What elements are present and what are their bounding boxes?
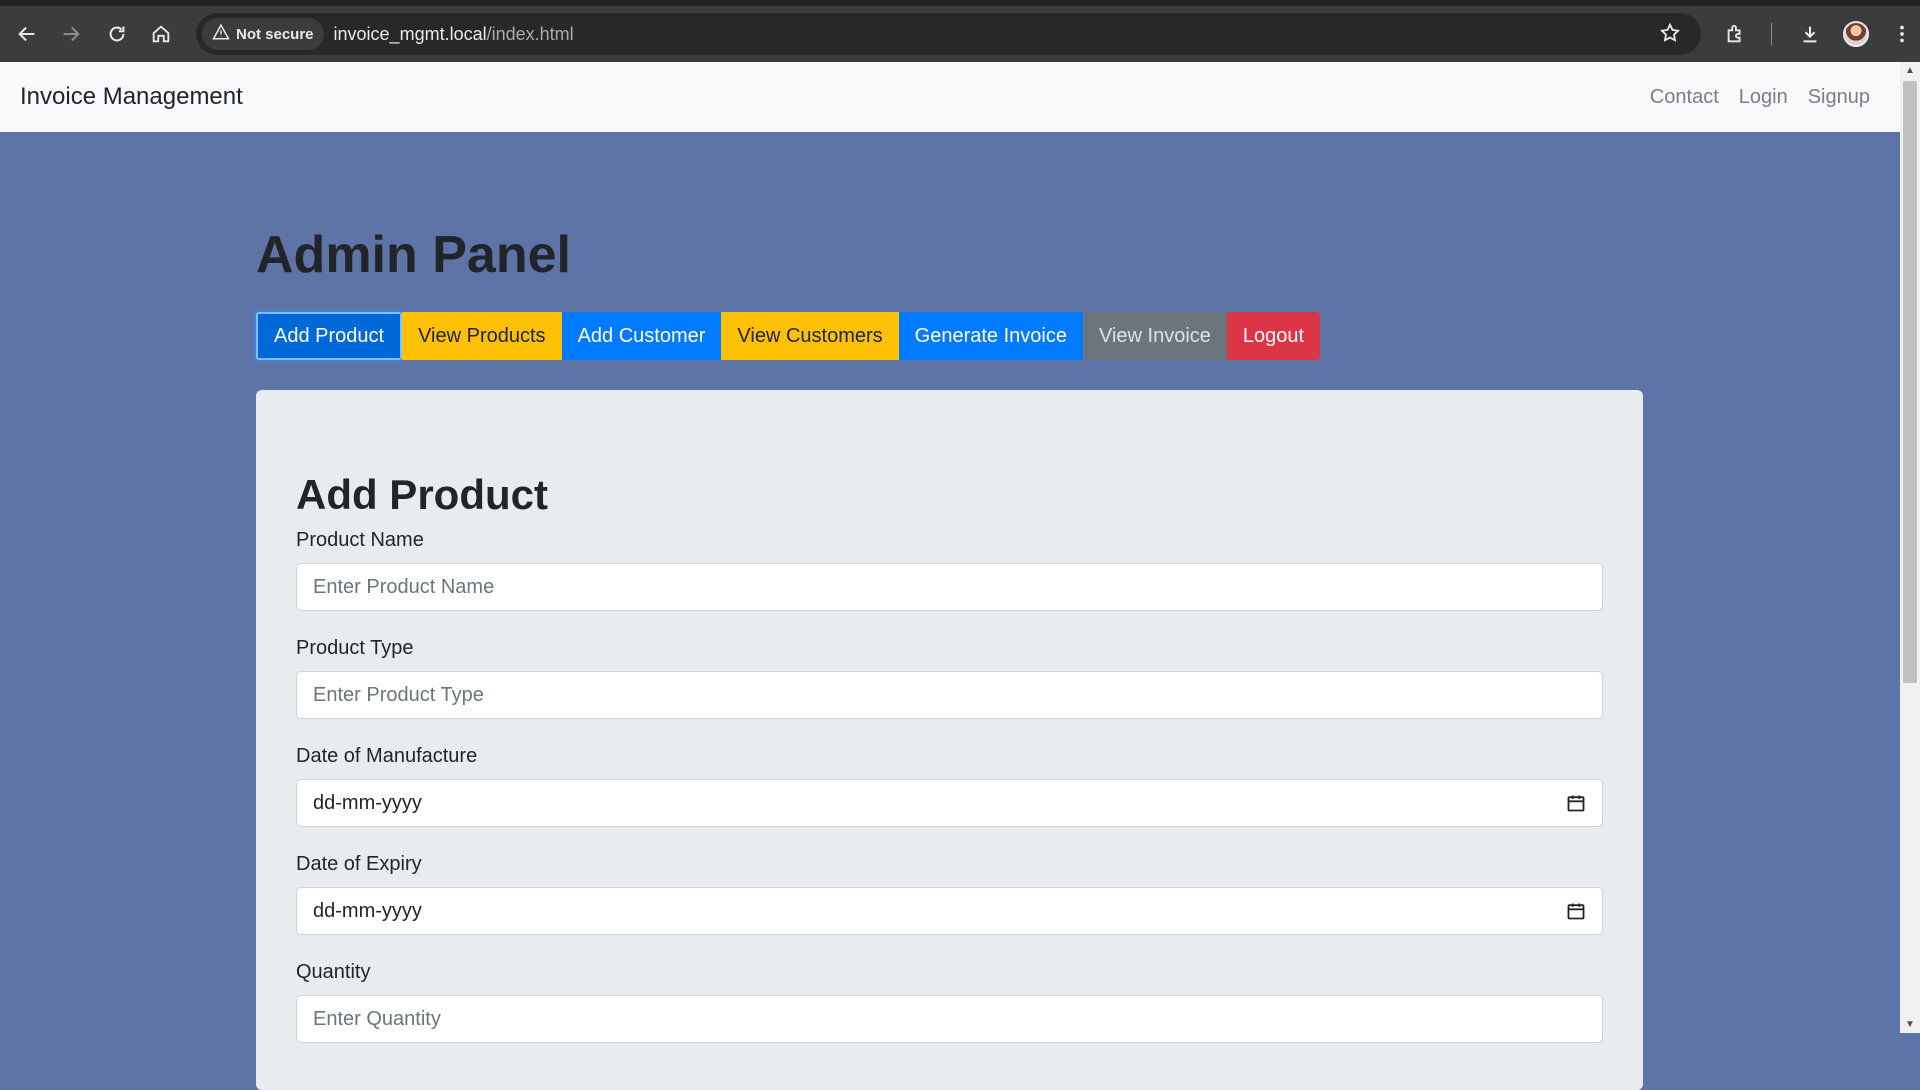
address-bar[interactable]: Not secure invoice_mgmt.local/index.html: [196, 13, 1701, 55]
view-invoice-button[interactable]: View Invoice: [1082, 312, 1227, 360]
calendar-icon[interactable]: [1566, 793, 1586, 813]
form-title: Add Product: [296, 471, 548, 518]
toolbar-divider: [1771, 23, 1772, 45]
product-name-group: Product Name Enter Product Name: [296, 528, 1603, 611]
nav-link-contact[interactable]: Contact: [1650, 86, 1719, 109]
nav-links: Contact Login Signup: [1650, 62, 1870, 132]
quantity-group: Quantity Enter Quantity: [296, 960, 1603, 1043]
menu-kebab-icon[interactable]: [1884, 16, 1920, 52]
browser-toolbar: Not secure invoice_mgmt.local/index.html: [0, 0, 1920, 62]
forward-icon[interactable]: [53, 16, 89, 52]
logout-button[interactable]: Logout: [1226, 312, 1321, 360]
product-name-placeholder: Enter Product Name: [313, 575, 495, 598]
nav-link-login[interactable]: Login: [1739, 86, 1788, 109]
view-customers-button[interactable]: View Customers: [721, 312, 899, 360]
manufacture-date-input[interactable]: dd-mm-yyyy: [296, 779, 1603, 827]
reload-icon[interactable]: [99, 16, 135, 52]
site-info-chip[interactable]: Not secure: [202, 18, 324, 50]
product-type-label: Product Type: [296, 637, 414, 659]
manufacture-date-placeholder: dd-mm-yyyy: [313, 791, 422, 814]
url-text[interactable]: invoice_mgmt.local/index.html: [334, 24, 574, 45]
warning-icon: [212, 23, 230, 45]
admin-action-buttons: Add Product View Products Add Customer V…: [256, 312, 1643, 360]
manufacture-date-label: Date of Manufacture: [296, 745, 478, 767]
product-type-placeholder: Enter Product Type: [313, 683, 484, 706]
main-content: Admin Panel Add Product View Products Ad…: [256, 132, 1643, 1090]
manufacture-date-group: Date of Manufacture dd-mm-yyyy: [296, 744, 1603, 827]
back-icon[interactable]: [9, 16, 45, 52]
extensions-icon[interactable]: [1717, 16, 1753, 52]
profile-avatar[interactable]: [1838, 16, 1874, 52]
quantity-placeholder: Enter Quantity: [313, 1007, 441, 1030]
add-product-card: Add Product Product Name Enter Product N…: [256, 390, 1643, 1090]
add-customer-button[interactable]: Add Customer: [561, 312, 722, 360]
url-host: invoice_mgmt.local: [333, 23, 487, 44]
site-navbar: Invoice Management Contact Login Signup: [0, 62, 1900, 132]
bookmark-star-icon[interactable]: [1659, 22, 1681, 49]
page-scrollbar[interactable]: ▲ ▼: [1900, 62, 1920, 1033]
home-icon[interactable]: [143, 16, 179, 52]
view-products-button[interactable]: View Products: [402, 312, 562, 360]
expiry-date-input[interactable]: dd-mm-yyyy: [296, 887, 1603, 935]
add-product-button[interactable]: Add Product: [256, 312, 403, 360]
url-path: /index.html: [486, 23, 574, 44]
tab-strip: [0, 0, 1920, 6]
security-label: Not secure: [236, 25, 314, 43]
expiry-date-label: Date of Expiry: [296, 853, 422, 875]
nav-link-signup[interactable]: Signup: [1808, 86, 1870, 109]
product-type-group: Product Type Enter Product Type: [296, 636, 1603, 719]
scroll-up-arrow-icon[interactable]: ▲: [1900, 62, 1920, 79]
quantity-label: Quantity: [296, 961, 371, 983]
toolbar-actions: [1717, 16, 1920, 52]
brand-link[interactable]: Invoice Management: [20, 83, 243, 111]
product-type-input[interactable]: Enter Product Type: [296, 671, 1603, 719]
quantity-input[interactable]: Enter Quantity: [296, 995, 1603, 1043]
scroll-down-arrow-icon[interactable]: ▼: [1900, 1016, 1920, 1033]
calendar-icon[interactable]: [1566, 901, 1586, 921]
avatar: [1843, 21, 1869, 47]
page-title: Admin Panel: [256, 226, 571, 284]
product-name-label: Product Name: [296, 529, 424, 551]
scrollbar-thumb[interactable]: [1903, 81, 1917, 683]
expiry-date-group: Date of Expiry dd-mm-yyyy: [296, 852, 1603, 935]
expiry-date-placeholder: dd-mm-yyyy: [313, 899, 422, 922]
download-icon[interactable]: [1792, 16, 1828, 52]
product-name-input[interactable]: Enter Product Name: [296, 563, 1603, 611]
generate-invoice-button[interactable]: Generate Invoice: [898, 312, 1083, 360]
